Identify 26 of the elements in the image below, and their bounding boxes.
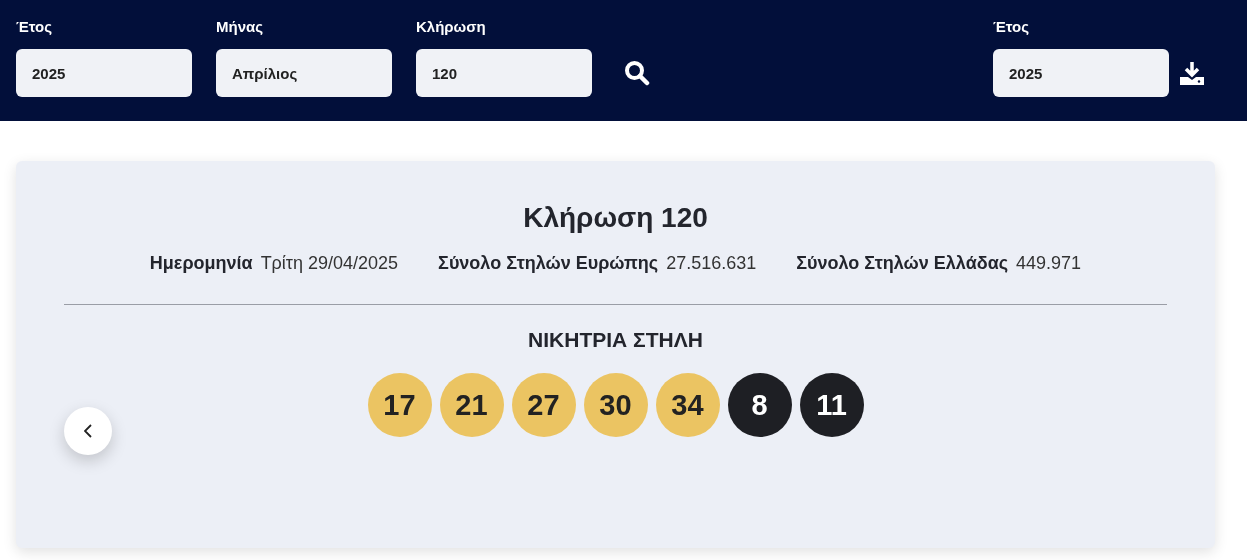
- info-label: Ημερομηνία: [149, 253, 253, 273]
- info-label: Σύνολο Στηλών Ελλάδας: [796, 253, 1009, 273]
- info-value: 449.971: [1016, 253, 1082, 273]
- info-value: Τρίτη 29/04/2025: [260, 253, 399, 273]
- number-ball: 27: [511, 373, 576, 437]
- number-ball: 21: [439, 373, 504, 437]
- chevron-left-icon: [84, 424, 92, 438]
- field-label: Μήνας: [216, 18, 265, 36]
- download-icon: [1179, 60, 1205, 86]
- search-icon: [624, 60, 650, 86]
- info-value: 27.516.631: [666, 253, 757, 273]
- input-field[interactable]: 2025: [16, 49, 192, 97]
- number-ball: 34: [655, 373, 720, 437]
- input-field[interactable]: 2025: [993, 49, 1169, 97]
- section-heading: ΝΙΚΗΤΡΙΑ ΣΤΗΛΗ: [527, 327, 704, 353]
- bonus-number-ball: 8: [727, 373, 792, 437]
- number-ball: 30: [583, 373, 648, 437]
- number-ball: 17: [367, 373, 432, 437]
- input-field[interactable]: Απρίλιος: [216, 49, 392, 97]
- field-label: Έτος: [16, 18, 54, 36]
- bonus-number-ball: 11: [799, 373, 864, 437]
- field-label: Κλήρωση: [416, 18, 487, 36]
- draw-title: Κλήρωση 120: [522, 201, 709, 235]
- info-label: Σύνολο Στηλών Ευρώπης: [438, 253, 659, 273]
- field-label: Έτος: [993, 18, 1031, 36]
- input-field[interactable]: 120: [416, 49, 592, 97]
